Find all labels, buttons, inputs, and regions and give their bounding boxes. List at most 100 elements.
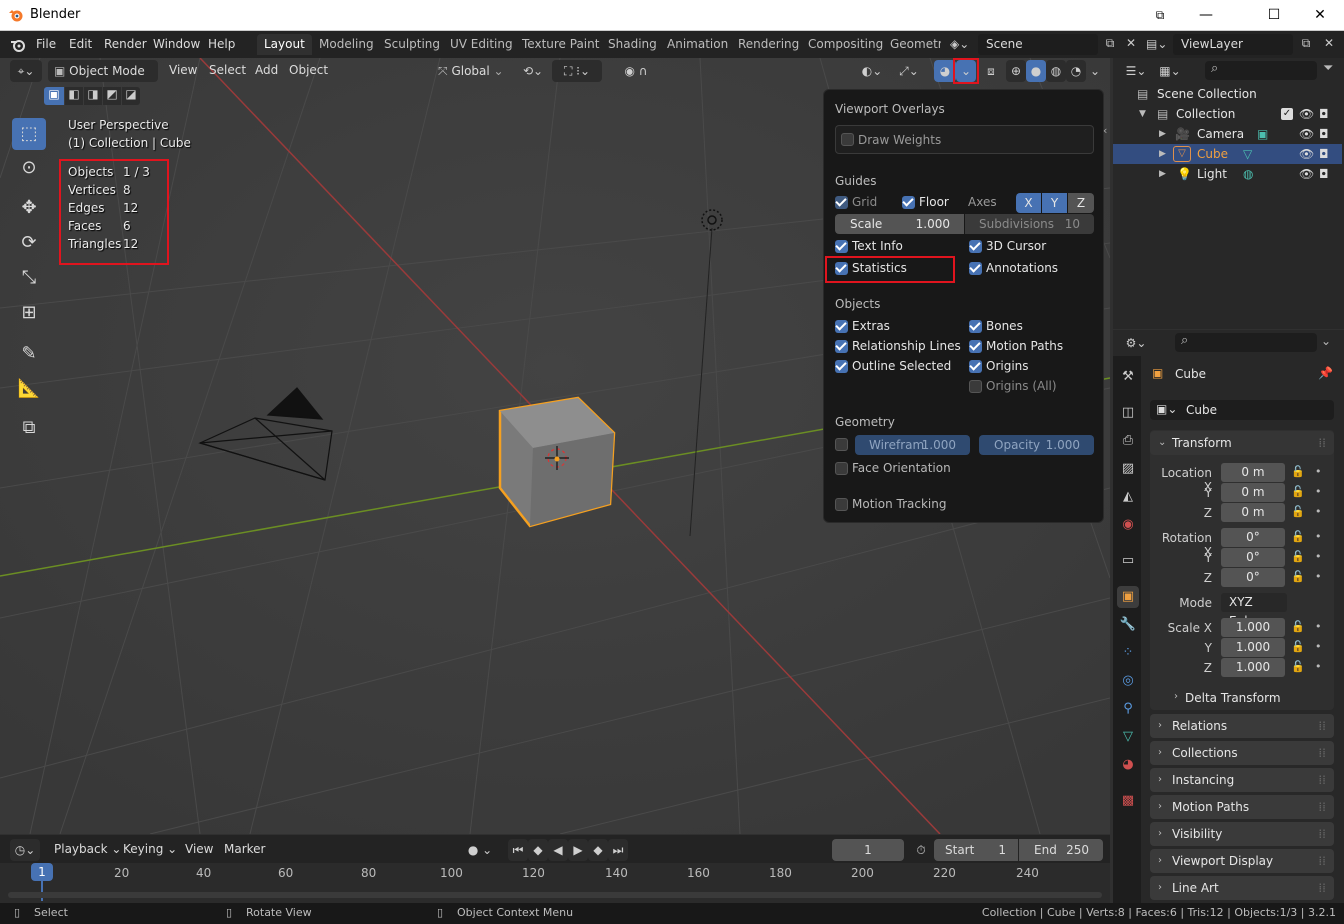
wireframe-shading-icon[interactable]: ⊕ xyxy=(1006,60,1026,82)
select-intersect-icon[interactable]: ◪ xyxy=(122,87,140,105)
outliner-search-input[interactable]: ⌕ xyxy=(1205,61,1317,80)
delete-view-layer-icon[interactable]: ✕ xyxy=(1320,36,1338,54)
play-reverse-icon[interactable]: ◀ xyxy=(548,839,568,861)
scene-selector-icon[interactable]: ◈⌄ xyxy=(950,37,969,51)
location-y-field[interactable]: 0 m xyxy=(1221,483,1285,502)
close-button[interactable]: ✕ xyxy=(1298,4,1342,26)
output-tab-icon[interactable]: ⎙ xyxy=(1117,430,1139,452)
drag-handle-icon[interactable]: ⁞⁞ xyxy=(1318,876,1326,900)
auto-keying-icon[interactable]: ● ⌄ xyxy=(462,839,498,861)
timeline-menu-marker[interactable]: Marker xyxy=(224,842,265,856)
axis-y-toggle[interactable]: Y xyxy=(1042,193,1067,213)
object-name-field[interactable]: ▣⌄ Cube xyxy=(1150,400,1334,420)
select-invert-icon[interactable]: ◩ xyxy=(103,87,121,105)
outliner-row-scene-collection[interactable]: ▤ Scene Collection xyxy=(1113,84,1342,104)
origins-checkbox[interactable] xyxy=(969,360,982,373)
drag-handle-icon[interactable]: ⁞⁞ xyxy=(1318,768,1326,792)
snap-icon[interactable]: ⛶ ⁝⌄ xyxy=(552,60,602,82)
drag-handle-icon[interactable]: ⁞⁞ xyxy=(1318,822,1326,846)
timeline-menu-keying[interactable]: Keying ⌄ xyxy=(123,842,177,856)
lock-icon[interactable]: 🔓 xyxy=(1291,530,1305,543)
stopwatch-icon[interactable]: ⏱ xyxy=(910,839,932,861)
outliner-editor-type-icon[interactable]: ☰⌄ xyxy=(1121,60,1151,82)
menu-add[interactable]: Add xyxy=(255,63,278,77)
material-shading-icon[interactable]: ◍ xyxy=(1046,60,1066,82)
delete-scene-icon[interactable]: ✕ xyxy=(1122,36,1140,54)
tab-rendering[interactable]: Rendering xyxy=(731,34,806,55)
solid-shading-icon[interactable]: ● xyxy=(1026,60,1046,82)
cube-object[interactable] xyxy=(498,396,616,528)
tool-tab-icon[interactable]: ⚒ xyxy=(1117,366,1139,388)
camera-data-icon[interactable]: ▣ xyxy=(1257,124,1268,144)
menu-edit[interactable]: Edit xyxy=(69,37,92,51)
select-extend-icon[interactable]: ◧ xyxy=(65,87,83,105)
wireframe-field[interactable]: Wirefram 1.000 xyxy=(855,435,970,455)
annotate-tool-icon[interactable]: ✎ xyxy=(12,338,46,370)
properties-editor-type-icon[interactable]: ⚙⌄ xyxy=(1121,332,1151,354)
scale-z-field[interactable]: 1.000 xyxy=(1221,658,1285,677)
wireframe-checkbox[interactable] xyxy=(835,438,848,451)
keyframe-dot-icon[interactable]: • xyxy=(1315,640,1322,653)
menu-help[interactable]: Help xyxy=(208,37,235,51)
panel-instancing[interactable]: › Instancing ⁞⁞ xyxy=(1150,768,1334,792)
proportional-edit-icon[interactable]: ◉ ∩ xyxy=(608,60,664,82)
new-view-layer-icon[interactable]: ⧉ xyxy=(1296,36,1316,54)
lock-icon[interactable]: 🔓 xyxy=(1291,620,1305,633)
transform-orientation[interactable]: ⤧ Global ⌄ xyxy=(432,60,510,82)
drag-handle-icon[interactable]: ⁞⁞ xyxy=(1318,849,1326,873)
shading-options-icon[interactable]: ⌄ xyxy=(1086,60,1104,82)
pivot-point-icon[interactable]: ⟲⌄ xyxy=(516,60,550,82)
display-mode-icon[interactable]: ▦⌄ xyxy=(1155,60,1185,82)
visibility-eye-icon[interactable]: 👁 xyxy=(1299,124,1314,144)
panel-line-art[interactable]: › Line Art ⁞⁞ xyxy=(1150,876,1334,900)
keyframe-dot-icon[interactable]: • xyxy=(1315,465,1322,478)
collection-tab-icon[interactable]: ▭ xyxy=(1117,550,1139,572)
timeline-editor-type-icon[interactable]: ◷⌄ xyxy=(10,839,40,861)
particles-tab-icon[interactable]: ⁘ xyxy=(1117,642,1139,664)
rendered-shading-icon[interactable]: ◔ xyxy=(1066,60,1086,82)
mesh-data-icon[interactable]: ▽ xyxy=(1243,144,1252,164)
next-keyframe-icon[interactable]: ◆ xyxy=(588,839,608,861)
physics-tab-icon[interactable]: ◎ xyxy=(1117,670,1139,692)
timeline-scrollbar[interactable] xyxy=(8,892,1102,898)
menu-render[interactable]: Render xyxy=(104,37,147,51)
playhead[interactable]: 1 xyxy=(31,863,53,881)
lock-icon[interactable]: 🔓 xyxy=(1291,570,1305,583)
jump-end-icon[interactable]: ⏭ xyxy=(608,839,628,861)
drag-handle-icon[interactable]: ⁞⁞ xyxy=(1318,431,1326,455)
rotation-mode-dropdown[interactable]: XYZ Eule⌄ xyxy=(1221,593,1287,628)
timeline-ruler[interactable]: 1 20 40 60 80 100 120 140 160 180 200 22… xyxy=(0,863,1110,903)
axis-x-toggle[interactable]: X xyxy=(1016,193,1041,213)
menu-select[interactable]: Select xyxy=(209,63,246,77)
view-layer-field[interactable]: ViewLayer xyxy=(1173,34,1293,55)
render-camera-icon[interactable]: ◘ xyxy=(1319,164,1329,184)
face-orientation-checkbox[interactable] xyxy=(835,462,848,475)
lock-icon[interactable]: 🔓 xyxy=(1291,465,1305,478)
object-tab-icon[interactable]: ▣ xyxy=(1117,586,1139,608)
location-x-field[interactable]: 0 m xyxy=(1221,463,1285,482)
drag-handle-icon[interactable]: ⁞⁞ xyxy=(1318,714,1326,738)
add-cube-tool-icon[interactable]: ⧉ xyxy=(12,412,46,444)
panel-visibility[interactable]: › Visibility ⁞⁞ xyxy=(1150,822,1334,846)
bones-checkbox[interactable] xyxy=(969,320,982,333)
scale-x-field[interactable]: 1.000 xyxy=(1221,618,1285,637)
visibility-eye-icon[interactable]: 👁 xyxy=(1299,164,1314,184)
material-tab-icon[interactable]: ◕ xyxy=(1117,754,1139,776)
outline-selected-checkbox[interactable] xyxy=(835,360,848,373)
rotation-z-field[interactable]: 0° xyxy=(1221,568,1285,587)
tab-layout[interactable]: Layout xyxy=(257,34,312,55)
measure-tool-icon[interactable]: 📐 xyxy=(12,373,46,405)
tab-sculpting[interactable]: Sculpting xyxy=(377,34,447,55)
scale-y-field[interactable]: 1.000 xyxy=(1221,638,1285,657)
scene-name-field[interactable]: Scene xyxy=(978,34,1098,55)
lock-icon[interactable]: 🔓 xyxy=(1291,640,1305,653)
grid-checkbox[interactable] xyxy=(835,196,848,209)
outliner-row-camera[interactable]: ▶ 🎥 Camera ▣ 👁 ◘ xyxy=(1113,124,1342,144)
start-frame-field[interactable]: Start 1 xyxy=(934,839,1018,861)
tab-animation[interactable]: Animation xyxy=(660,34,735,55)
render-camera-icon[interactable]: ◘ xyxy=(1319,144,1329,164)
origins-all-checkbox[interactable] xyxy=(969,380,982,393)
panel-collections[interactable]: › Collections ⁞⁞ xyxy=(1150,741,1334,765)
outliner-row-collection[interactable]: ▼ ▤ Collection ✓ 👁 ◘ xyxy=(1113,104,1342,124)
tab-shading[interactable]: Shading xyxy=(601,34,664,55)
